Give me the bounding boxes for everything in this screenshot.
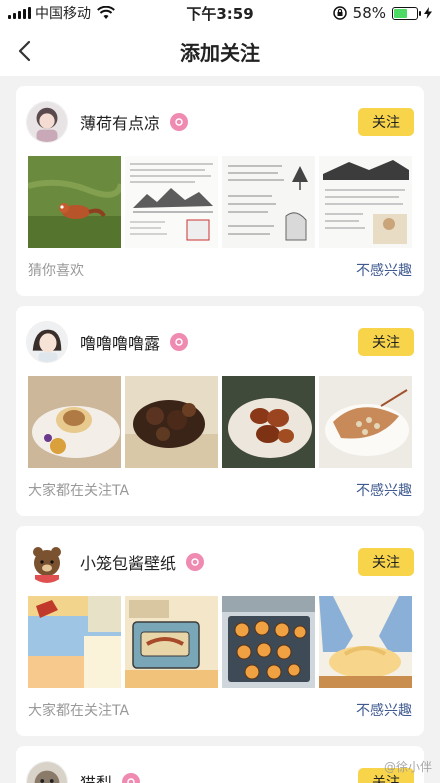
user-name[interactable]: 猫梨 bbox=[80, 770, 112, 783]
recommend-reason: 猜你喜欢 bbox=[28, 263, 84, 279]
battery-percent: 58% bbox=[352, 4, 386, 22]
avatar[interactable] bbox=[26, 761, 68, 783]
handwritten-notes[interactable] bbox=[222, 156, 315, 248]
battery-icon bbox=[392, 6, 421, 20]
wifi-icon bbox=[97, 6, 115, 19]
seafood-dish-photo[interactable] bbox=[319, 376, 412, 468]
user-card: 小笼包酱壁纸 关注 大家都在关注TA 不感兴趣 bbox=[16, 526, 424, 736]
signal-icon bbox=[8, 7, 31, 19]
verified-badge-icon bbox=[122, 773, 141, 783]
cartoon-oven-drawing[interactable] bbox=[125, 596, 218, 688]
not-interested-link[interactable]: 不感兴趣 bbox=[356, 700, 412, 720]
dessert-plate-photo[interactable] bbox=[28, 376, 121, 468]
page-title: 添加关注 bbox=[180, 40, 260, 65]
carrier-name: 中国移动 bbox=[35, 6, 91, 22]
suggestion-list: 薄荷有点凉 关注 猜你喜欢 不感兴趣 噜噜噜噜露 关注 大家都在关注TA 不感兴… bbox=[0, 76, 440, 783]
back-button[interactable] bbox=[10, 36, 38, 66]
recommend-reason: 大家都在关注TA bbox=[28, 703, 130, 719]
red-panda-photo[interactable] bbox=[28, 156, 121, 248]
verified-badge-icon bbox=[170, 333, 189, 351]
verified-badge-icon bbox=[186, 553, 205, 571]
cartoon-buns-drawing[interactable] bbox=[222, 596, 315, 688]
avatar[interactable] bbox=[26, 541, 68, 583]
watermark: @徐小伴 bbox=[383, 760, 432, 774]
illustrated-notes[interactable] bbox=[319, 156, 412, 248]
not-interested-link[interactable]: 不感兴趣 bbox=[356, 480, 412, 500]
nav-bar: 添加关注 bbox=[0, 26, 440, 76]
user-name[interactable]: 薄荷有点凉 bbox=[80, 110, 160, 134]
follow-button[interactable]: 关注 bbox=[358, 108, 414, 136]
chevron-left-icon bbox=[18, 40, 31, 62]
user-name[interactable]: 小笼包酱壁纸 bbox=[80, 550, 176, 574]
avatar[interactable] bbox=[26, 101, 68, 143]
user-card: 薄荷有点凉 关注 猜你喜欢 不感兴趣 bbox=[16, 86, 424, 296]
status-bar: 中国移动 下午3:59 58% bbox=[0, 0, 440, 26]
grilled-meat-photo[interactable] bbox=[125, 376, 218, 468]
rotation-lock-icon bbox=[332, 6, 347, 20]
user-name[interactable]: 噜噜噜噜露 bbox=[80, 330, 160, 354]
cartoon-room-drawing[interactable] bbox=[28, 596, 121, 688]
braised-dish-photo[interactable] bbox=[222, 376, 315, 468]
ink-painting-notes[interactable] bbox=[125, 156, 218, 248]
follow-button[interactable]: 关注 bbox=[358, 328, 414, 356]
verified-badge-icon bbox=[170, 113, 189, 131]
user-card: 噜噜噜噜露 关注 大家都在关注TA 不感兴趣 bbox=[16, 306, 424, 516]
user-card: 猫梨 关注 bbox=[16, 746, 424, 783]
charging-icon bbox=[424, 7, 432, 19]
follow-button[interactable]: 关注 bbox=[358, 548, 414, 576]
avatar[interactable] bbox=[26, 321, 68, 363]
recommend-reason: 大家都在关注TA bbox=[28, 483, 130, 499]
cartoon-kneading-drawing[interactable] bbox=[319, 596, 412, 688]
not-interested-link[interactable]: 不感兴趣 bbox=[356, 260, 412, 280]
